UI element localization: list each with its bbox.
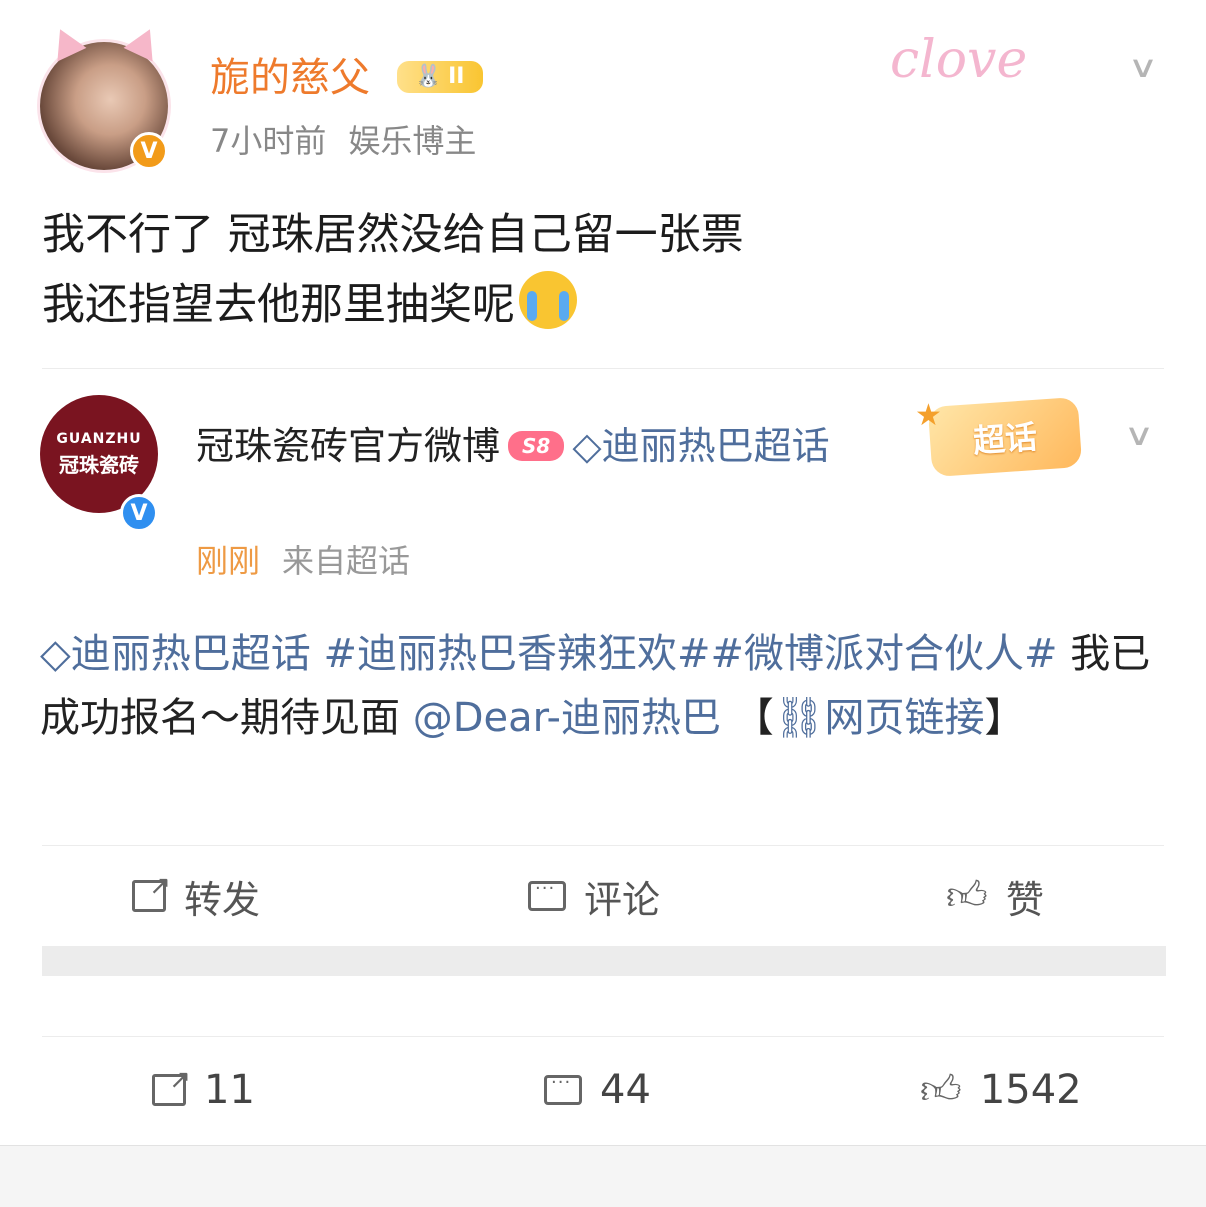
retweet-time: 刚刚 — [196, 542, 261, 580]
hashtag-link-1[interactable]: #迪丽热巴香辣狂欢# — [323, 631, 710, 677]
author-name-text[interactable]: 旎的慈父 — [210, 55, 370, 101]
retweet-author-line[interactable]: 冠珠瓷砖官方微博 S8 ◇迪丽热巴超话 — [196, 416, 856, 476]
crying-emoji-icon — [519, 271, 577, 329]
supertopic-link[interactable]: ◇迪丽热巴超话 — [572, 424, 829, 468]
verified-blue-badge-icon: V — [120, 494, 158, 532]
divider — [42, 845, 1164, 846]
thumbs-up-icon: 👍︎ — [946, 873, 988, 919]
divider — [42, 368, 1164, 369]
thumbs-up-icon: 👍︎ — [920, 1067, 962, 1113]
level-s8-badge: S8 — [508, 431, 565, 461]
rabbit-icon: 🐰 — [414, 64, 443, 89]
like-button[interactable]: 👍︎ 1542 — [920, 1060, 1082, 1120]
level-badge: 🐰 II — [396, 61, 483, 93]
post-time: 7小时前 — [210, 122, 327, 160]
star-icon: ★ — [915, 398, 942, 433]
retweet-like-button[interactable]: 👍︎ 赞 — [946, 866, 1044, 926]
webpage-link[interactable]: ⛓网页链接 — [774, 695, 985, 741]
hashtag-link-2[interactable]: #微博派对合伙人# — [711, 631, 1058, 677]
love-decoration-text: clove — [890, 30, 1028, 90]
level-badge-text: II — [448, 64, 465, 89]
separator-band — [42, 946, 1166, 976]
retweet-comment-button[interactable]: 评论 — [528, 866, 660, 926]
post-body-line2: 我还指望去他那里抽奖呢 — [42, 280, 515, 330]
retweet-menu-chevron-down-icon[interactable]: ∨ — [1124, 418, 1155, 453]
comment-button[interactable]: 44 — [544, 1060, 651, 1120]
retweet-source[interactable]: 来自超话 — [282, 542, 410, 580]
avatar-brand-cn-text: 冠珠瓷砖 — [59, 452, 139, 477]
comment-icon — [528, 878, 566, 911]
post-body: 我不行了 冠珠居然没给自己留一张票 我还指望去他那里抽奖呢 — [42, 200, 744, 340]
supertopic-link-text[interactable]: 迪丽热巴超话 — [602, 424, 830, 468]
post-menu-chevron-down-icon[interactable]: ∨ — [1128, 50, 1159, 85]
retweet-author-name[interactable]: 冠珠瓷砖官方微博 — [196, 424, 500, 468]
level-s8-text: S8 — [522, 434, 551, 458]
diamond-icon: ◇ — [572, 424, 602, 468]
footer-area — [0, 1145, 1206, 1207]
author-name[interactable]: 旎的慈父 🐰 II — [210, 50, 483, 106]
comment-label: 评论 — [584, 877, 661, 922]
bracket-open: 【 — [733, 695, 774, 741]
share-icon — [132, 871, 171, 912]
bracket-close: 】 — [984, 695, 1025, 741]
repost-label: 转发 — [184, 877, 261, 922]
retweet-repost-button[interactable]: 转发 — [132, 866, 260, 926]
divider — [42, 1036, 1164, 1037]
repost-button[interactable]: 11 — [152, 1060, 255, 1120]
like-label: 赞 — [1005, 877, 1044, 922]
avatar-brand-text: GUANZHU — [56, 430, 142, 447]
post-meta: 7小时前 娱乐博主 — [210, 118, 498, 164]
verified-orange-badge-icon: V — [130, 132, 168, 170]
mention-link[interactable]: @Dear-迪丽热巴 — [413, 695, 721, 741]
share-icon — [152, 1065, 191, 1106]
retweet-body: ◇迪丽热巴超话 #迪丽热巴香辣狂欢##微博派对合伙人# 我已成功报名～期待见面 … — [40, 622, 1166, 750]
like-count: 1542 — [979, 1067, 1082, 1113]
repost-count: 11 — [204, 1067, 255, 1113]
retweet-meta: 刚刚 来自超话 — [196, 538, 410, 584]
chaohua-badge-text[interactable]: 超话 — [971, 412, 1039, 462]
chaohua-badge[interactable]: 超话 — [927, 396, 1083, 478]
post-body-line1: 我不行了 冠珠居然没给自己留一张票 — [42, 210, 744, 260]
comment-icon — [544, 1072, 582, 1105]
author-identity: 娱乐博主 — [348, 122, 477, 160]
body-supertopic-link[interactable]: ◇迪丽热巴超话 — [40, 631, 311, 677]
comment-count: 44 — [600, 1067, 651, 1113]
love-decoration-icon: clove — [890, 30, 1027, 90]
